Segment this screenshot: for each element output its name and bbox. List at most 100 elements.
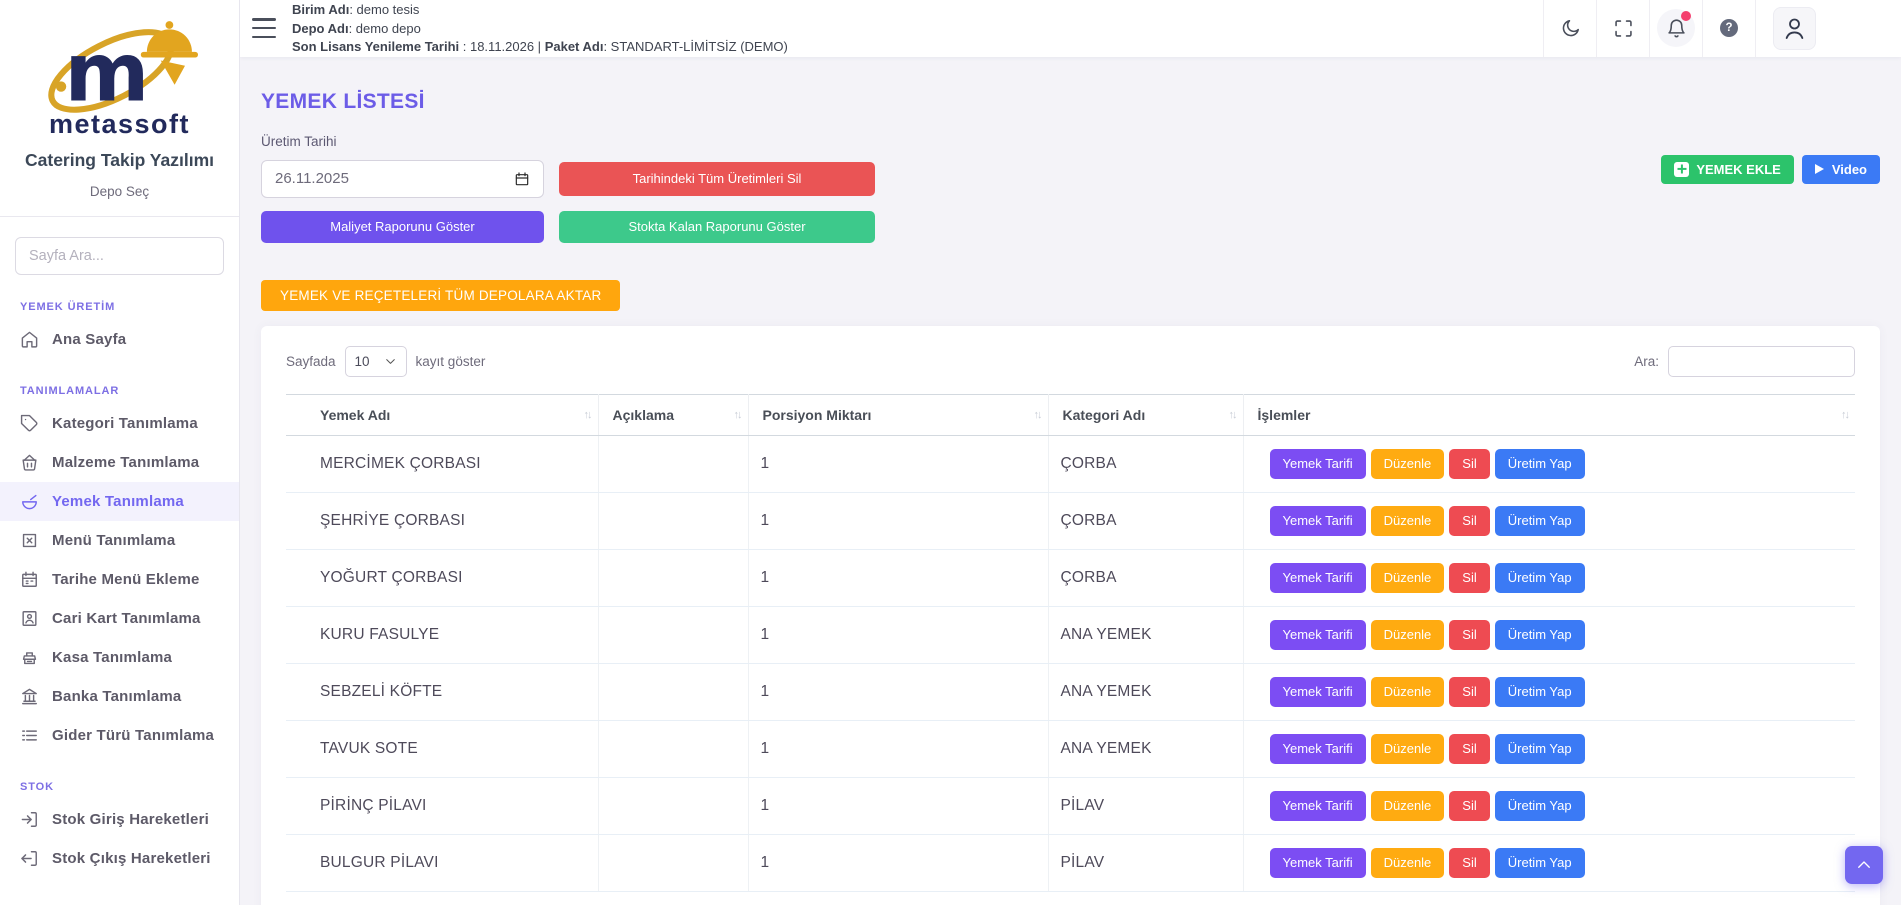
sidebar-item-label: Gider Türü Tanımlama — [52, 727, 214, 744]
sidebar: m metassoft Catering Takip Yazılımı Depo… — [0, 0, 240, 905]
sil-button[interactable]: Sil — [1449, 734, 1489, 764]
calendar-icon — [514, 171, 530, 187]
sidebar-item-stok-giris-hareketleri[interactable]: Stok Giriş Hareketleri — [0, 800, 239, 839]
sidebar-item-gider-turu-tanimlama[interactable]: Gider Türü Tanımlama — [0, 716, 239, 755]
yemek-tarifi-button[interactable]: Yemek Tarifi — [1270, 620, 1366, 650]
yemek-tarifi-button[interactable]: Yemek Tarifi — [1270, 677, 1366, 707]
sil-button[interactable]: Sil — [1449, 620, 1489, 650]
duzenle-button[interactable]: Düzenle — [1371, 620, 1445, 650]
page-size-prefix: Sayfada — [286, 354, 336, 369]
cost-report-button[interactable]: Maliyet Raporunu Göster — [261, 211, 544, 243]
uretim-yap-button[interactable]: Üretim Yap — [1495, 848, 1585, 878]
duzenle-button[interactable]: Düzenle — [1371, 449, 1445, 479]
meal-category: PİLAV — [1048, 777, 1243, 834]
meal-row: SEBZELİ KÖFTE1ANA YEMEKYemek TarifiDüzen… — [286, 663, 1855, 720]
meal-row: KURU FASULYE1ANA YEMEKYemek TarifiDüzenl… — [286, 606, 1855, 663]
uretim-yap-button[interactable]: Üretim Yap — [1495, 734, 1585, 764]
column-header-islemler[interactable]: İşlemler↑↓ — [1243, 394, 1855, 435]
meal-description — [598, 834, 748, 891]
column-header-porsiyon-miktari[interactable]: Porsiyon Miktarı↑↓ — [748, 394, 1048, 435]
id-card-icon — [20, 609, 39, 628]
sidebar-item-kategori-tanimlama[interactable]: Kategori Tanımlama — [0, 404, 239, 443]
main-content: YEMEK LİSTESİ Üretim Tarihi 26.11.2025 T… — [240, 57, 1901, 905]
depo-sec-link[interactable]: Depo Seç — [0, 184, 239, 199]
sidebar-item-label: Kasa Tanımlama — [52, 649, 172, 666]
yemek-tarifi-button[interactable]: Yemek Tarifi — [1270, 848, 1366, 878]
sort-icon: ↑↓ — [1229, 409, 1236, 421]
scroll-to-top-button[interactable] — [1845, 846, 1883, 884]
uretim-yap-button[interactable]: Üretim Yap — [1495, 791, 1585, 821]
sidebar-item-ana-sayfa[interactable]: Ana Sayfa — [0, 320, 239, 359]
production-date-input[interactable]: 26.11.2025 — [261, 160, 544, 198]
sidebar-item-label: Stok Çıkış Hareketleri — [52, 850, 211, 867]
sidebar-search-input[interactable] — [15, 237, 224, 275]
fullscreen-button[interactable] — [1596, 0, 1649, 57]
dark-mode-button[interactable] — [1543, 0, 1596, 57]
duzenle-button[interactable]: Düzenle — [1371, 677, 1445, 707]
meal-portion: 1 — [748, 663, 1048, 720]
app-root: m metassoft Catering Takip Yazılımı Depo… — [0, 0, 1901, 905]
table-search-label: Ara: — [1634, 354, 1659, 369]
sidebar-item-cari-kart-tanimlama[interactable]: Cari Kart Tanımlama — [0, 599, 239, 638]
delete-all-productions-button[interactable]: Tarihindeki Tüm Üretimleri Sil — [559, 162, 875, 196]
column-header-yemek-adi[interactable]: Yemek Adı↑↓ — [286, 394, 598, 435]
column-header-kategori-adi[interactable]: Kategori Adı↑↓ — [1048, 394, 1243, 435]
transfer-all-button[interactable]: YEMEK VE REÇETELERİ TÜM DEPOLARA AKTAR — [261, 280, 620, 311]
uretim-yap-button[interactable]: Üretim Yap — [1495, 563, 1585, 593]
meal-name: YOĞURT ÇORBASI — [286, 549, 598, 606]
duzenle-button[interactable]: Düzenle — [1371, 791, 1445, 821]
meal-name: MERCİMEK ÇORBASI — [286, 435, 598, 492]
sil-button[interactable]: Sil — [1449, 506, 1489, 536]
sil-button[interactable]: Sil — [1449, 848, 1489, 878]
meal-description — [598, 435, 748, 492]
box-in-icon — [20, 810, 39, 829]
video-button[interactable]: Video — [1802, 155, 1880, 184]
page-size-suffix: kayıt göster — [416, 354, 486, 369]
uretim-yap-button[interactable]: Üretim Yap — [1495, 620, 1585, 650]
duzenle-button[interactable]: Düzenle — [1371, 506, 1445, 536]
chevron-down-icon — [384, 355, 397, 368]
duzenle-button[interactable]: Düzenle — [1371, 563, 1445, 593]
meal-portion: 1 — [748, 435, 1048, 492]
sidebar-item-malzeme-tanimlama[interactable]: Malzeme Tanımlama — [0, 443, 239, 482]
user-avatar[interactable] — [1755, 0, 1833, 57]
sil-button[interactable]: Sil — [1449, 449, 1489, 479]
meal-row: ŞEHRİYE ÇORBASI1ÇORBAYemek TarifiDüzenle… — [286, 492, 1855, 549]
add-meal-button[interactable]: YEMEK EKLE — [1661, 155, 1794, 184]
sidebar-item-banka-tanimlama[interactable]: Banka Tanımlama — [0, 677, 239, 716]
page-size-select[interactable]: 10 — [345, 346, 407, 377]
yemek-tarifi-button[interactable]: Yemek Tarifi — [1270, 734, 1366, 764]
sidebar-item-kasa-tanimlama[interactable]: Kasa Tanımlama — [0, 638, 239, 677]
meal-category: ÇORBA — [1048, 492, 1243, 549]
sil-button[interactable]: Sil — [1449, 677, 1489, 707]
sidebar-item-stok-cikis-hareketleri[interactable]: Stok Çıkış Hareketleri — [0, 839, 239, 878]
uretim-yap-button[interactable]: Üretim Yap — [1495, 677, 1585, 707]
sil-button[interactable]: Sil — [1449, 791, 1489, 821]
sidebar-item-menu-tanimlama[interactable]: Menü Tanımlama — [0, 521, 239, 560]
play-icon — [1815, 164, 1824, 174]
meal-portion: 1 — [748, 549, 1048, 606]
license-info-line: Son Lisans Yenileme Tarihi : 18.11.2026 … — [292, 38, 788, 57]
home-icon — [20, 330, 39, 349]
column-header-aciklama[interactable]: Açıklama↑↓ — [598, 394, 748, 435]
yemek-tarifi-button[interactable]: Yemek Tarifi — [1270, 506, 1366, 536]
uretim-yap-button[interactable]: Üretim Yap — [1495, 506, 1585, 536]
uretim-yap-button[interactable]: Üretim Yap — [1495, 449, 1585, 479]
duzenle-button[interactable]: Düzenle — [1371, 734, 1445, 764]
yemek-tarifi-button[interactable]: Yemek Tarifi — [1270, 449, 1366, 479]
sidebar-item-yemek-tanimlama[interactable]: Yemek Tanımlama — [0, 482, 239, 521]
sidebar-item-tarihe-menu-ekleme[interactable]: Tarihe Menü Ekleme — [0, 560, 239, 599]
license-info-line: Depo Adı: demo depo — [292, 20, 788, 39]
stock-report-button[interactable]: Stokta Kalan Raporunu Göster — [559, 211, 875, 243]
meal-name: BULGUR PİLAVI — [286, 834, 598, 891]
table-search-input[interactable] — [1668, 346, 1855, 377]
help-button[interactable]: ? — [1702, 0, 1755, 57]
notifications-button[interactable] — [1649, 0, 1702, 57]
sil-button[interactable]: Sil — [1449, 563, 1489, 593]
meal-row: PİRİNÇ PİLAVI1PİLAVYemek TarifiDüzenleSi… — [286, 777, 1855, 834]
yemek-tarifi-button[interactable]: Yemek Tarifi — [1270, 563, 1366, 593]
duzenle-button[interactable]: Düzenle — [1371, 848, 1445, 878]
meal-category: PİLAV — [1048, 834, 1243, 891]
menu-toggle-icon[interactable] — [252, 18, 276, 38]
yemek-tarifi-button[interactable]: Yemek Tarifi — [1270, 791, 1366, 821]
